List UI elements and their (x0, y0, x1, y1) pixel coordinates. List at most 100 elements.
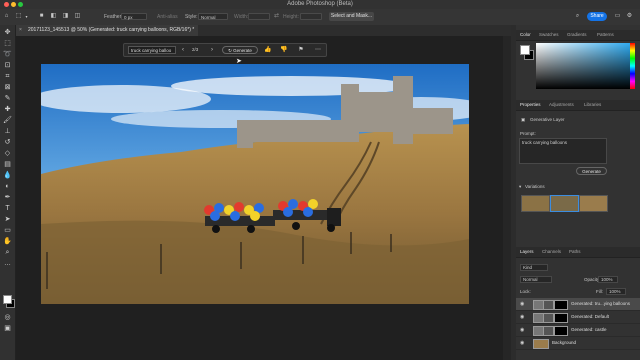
crop-tool-icon[interactable]: ⌗ (3, 72, 12, 81)
more-options-icon[interactable]: ⋯ (314, 46, 322, 54)
new-selection-icon[interactable]: ■ (38, 13, 45, 20)
screen-mode-icon[interactable]: ▣ (3, 324, 12, 333)
width-input[interactable] (248, 13, 270, 20)
quick-mask-icon[interactable]: ◎ (3, 313, 12, 322)
fill-label: Fill: (596, 289, 603, 294)
more-tools-icon[interactable]: … (3, 259, 12, 268)
lasso-tool-icon[interactable]: ➰ (3, 50, 12, 59)
layer-row[interactable]: ◉ Generated: castle (516, 324, 640, 337)
variation-thumbnail-3[interactable] (579, 195, 608, 212)
lock-label: Lock: (520, 289, 531, 294)
next-variation-icon[interactable]: › (208, 46, 216, 54)
rectangle-tool-icon[interactable]: ▭ (3, 226, 12, 235)
tab-libraries[interactable]: Libraries (584, 102, 601, 107)
title-bar: Adobe Photoshop (Beta) (0, 0, 640, 9)
fill-input[interactable]: 100% (606, 288, 626, 295)
dodge-tool-icon[interactable]: ◐ (3, 182, 12, 191)
intersect-selection-icon[interactable]: ◫ (74, 13, 81, 20)
tab-adjustments[interactable]: Adjustments (549, 102, 574, 107)
blur-tool-icon[interactable]: 💧 (3, 171, 12, 180)
add-selection-icon[interactable]: ◧ (50, 13, 57, 20)
marquee-tool-icon[interactable]: ⬚ (15, 13, 22, 20)
select-and-mask-button[interactable]: Select and Mask... (329, 12, 374, 21)
tab-properties[interactable]: Properties (520, 102, 541, 107)
layer-mask-thumbnail[interactable] (554, 326, 568, 336)
brush-tool-icon[interactable]: 🖌 (3, 116, 12, 125)
properties-panel-tabs: Properties Adjustments Libraries (516, 100, 640, 111)
tab-channels[interactable]: Channels (542, 249, 561, 254)
visibility-eye-icon[interactable]: ◉ (520, 340, 524, 346)
history-brush-tool-icon[interactable]: ↺ (3, 138, 12, 147)
layer-row[interactable]: ◉ Background (516, 337, 640, 350)
layer-name: Background (552, 340, 577, 345)
object-select-tool-icon[interactable]: ⊡ (3, 61, 12, 70)
subtract-selection-icon[interactable]: ◨ (62, 13, 69, 20)
flag-icon[interactable]: ⚑ (297, 46, 305, 54)
layer-row[interactable]: ◉ Generated: Default (516, 311, 640, 324)
layer-mask-thumbnail[interactable] (554, 300, 568, 310)
height-label: Height: (283, 14, 299, 20)
close-tab-icon[interactable]: × (19, 25, 22, 36)
chevron-down-icon[interactable]: ▾ (23, 13, 30, 20)
search-icon[interactable]: ⌕ (574, 13, 581, 20)
hand-tool-icon[interactable]: ✋ (3, 237, 12, 246)
prompt-textarea[interactable]: truck carrying balloons (519, 138, 607, 164)
home-icon[interactable]: ⌂ (3, 13, 10, 20)
style-select[interactable]: Normal (198, 13, 228, 20)
visibility-eye-icon[interactable]: ◉ (520, 301, 524, 307)
feather-input[interactable]: 0 px (121, 13, 147, 20)
path-select-tool-icon[interactable]: ➤ (3, 215, 12, 224)
move-tool-icon[interactable]: ✥ (3, 28, 12, 37)
document-tab-title: 20171123_145513 @ 50% (Generated: truck … (28, 27, 195, 33)
prompt-input[interactable]: truck carrying balloo (128, 46, 176, 54)
vertical-scrollbar[interactable] (503, 36, 511, 360)
hue-slider[interactable] (630, 43, 635, 89)
marquee-tool-icon[interactable]: ⬚ (3, 39, 12, 48)
stamp-tool-icon[interactable]: ⊥ (3, 127, 12, 136)
gradient-tool-icon[interactable]: ▤ (3, 160, 12, 169)
zoom-tool-icon[interactable]: ⌕ (3, 248, 12, 257)
anti-alias-label[interactable]: Anti-alias (157, 14, 178, 20)
foreground-color-swatch[interactable] (3, 295, 12, 304)
tab-paths[interactable]: Paths (569, 249, 581, 254)
tab-color[interactable]: Color (520, 32, 531, 37)
document-image[interactable] (41, 64, 469, 304)
layer-row[interactable]: ◉ Generated: tru...ying balloons (516, 298, 640, 311)
variation-thumbnail-2[interactable] (550, 195, 579, 212)
document-tab-bar: × 20171123_145513 @ 50% (Generated: truc… (16, 25, 516, 36)
healing-brush-tool-icon[interactable]: ✚ (3, 105, 12, 114)
previous-variation-icon[interactable]: ‹ (179, 46, 187, 54)
workspace-icon[interactable]: ▭ (614, 13, 621, 20)
generate-button[interactable]: ↻ Generate (222, 46, 258, 54)
thumbs-up-icon[interactable]: 👍 (264, 46, 272, 54)
blend-mode-select[interactable]: Normal (520, 276, 552, 283)
settings-gear-icon[interactable]: ⚙ (626, 13, 633, 20)
options-bar: ⌂ ⬚ ▾ ■ ◧ ◨ ◫ Feather: 0 px Anti-alias S… (0, 9, 640, 26)
frame-tool-icon[interactable]: ⊠ (3, 83, 12, 92)
variation-thumbnail-1[interactable] (521, 195, 550, 212)
chevron-down-icon[interactable]: ▾ (519, 184, 521, 190)
visibility-eye-icon[interactable]: ◉ (520, 327, 524, 333)
share-button[interactable]: Share (587, 12, 607, 21)
thumbs-down-icon[interactable]: 👎 (280, 46, 288, 54)
tab-swatches[interactable]: Swatches (539, 32, 559, 37)
document-tab[interactable]: × 20171123_145513 @ 50% (Generated: truc… (16, 25, 198, 36)
visibility-eye-icon[interactable]: ◉ (520, 314, 524, 320)
swap-icon[interactable]: ⇄ (273, 13, 280, 20)
properties-generate-button[interactable]: Generate (576, 167, 607, 175)
tab-gradients[interactable]: Gradients (567, 32, 587, 37)
opacity-input[interactable]: 100% (598, 276, 618, 283)
color-picker-field[interactable] (536, 43, 634, 89)
layer-mask-thumbnail[interactable] (554, 313, 568, 323)
tab-layers[interactable]: Layers (520, 249, 534, 254)
generative-thumbnail (543, 313, 554, 323)
foreground-color-swatch[interactable] (520, 45, 530, 55)
type-tool-icon[interactable]: T (3, 204, 12, 213)
tab-patterns[interactable]: Patterns (597, 32, 614, 37)
eraser-tool-icon[interactable]: ◇ (3, 149, 12, 158)
height-input[interactable] (300, 13, 322, 20)
contextual-taskbar: truck carrying balloo ‹ 2/3 › ↻ Generate… (123, 43, 327, 57)
eyedropper-tool-icon[interactable]: ✎ (3, 94, 12, 103)
pen-tool-icon[interactable]: ✒ (3, 193, 12, 202)
layer-filter-kind[interactable]: Kind (520, 264, 548, 271)
